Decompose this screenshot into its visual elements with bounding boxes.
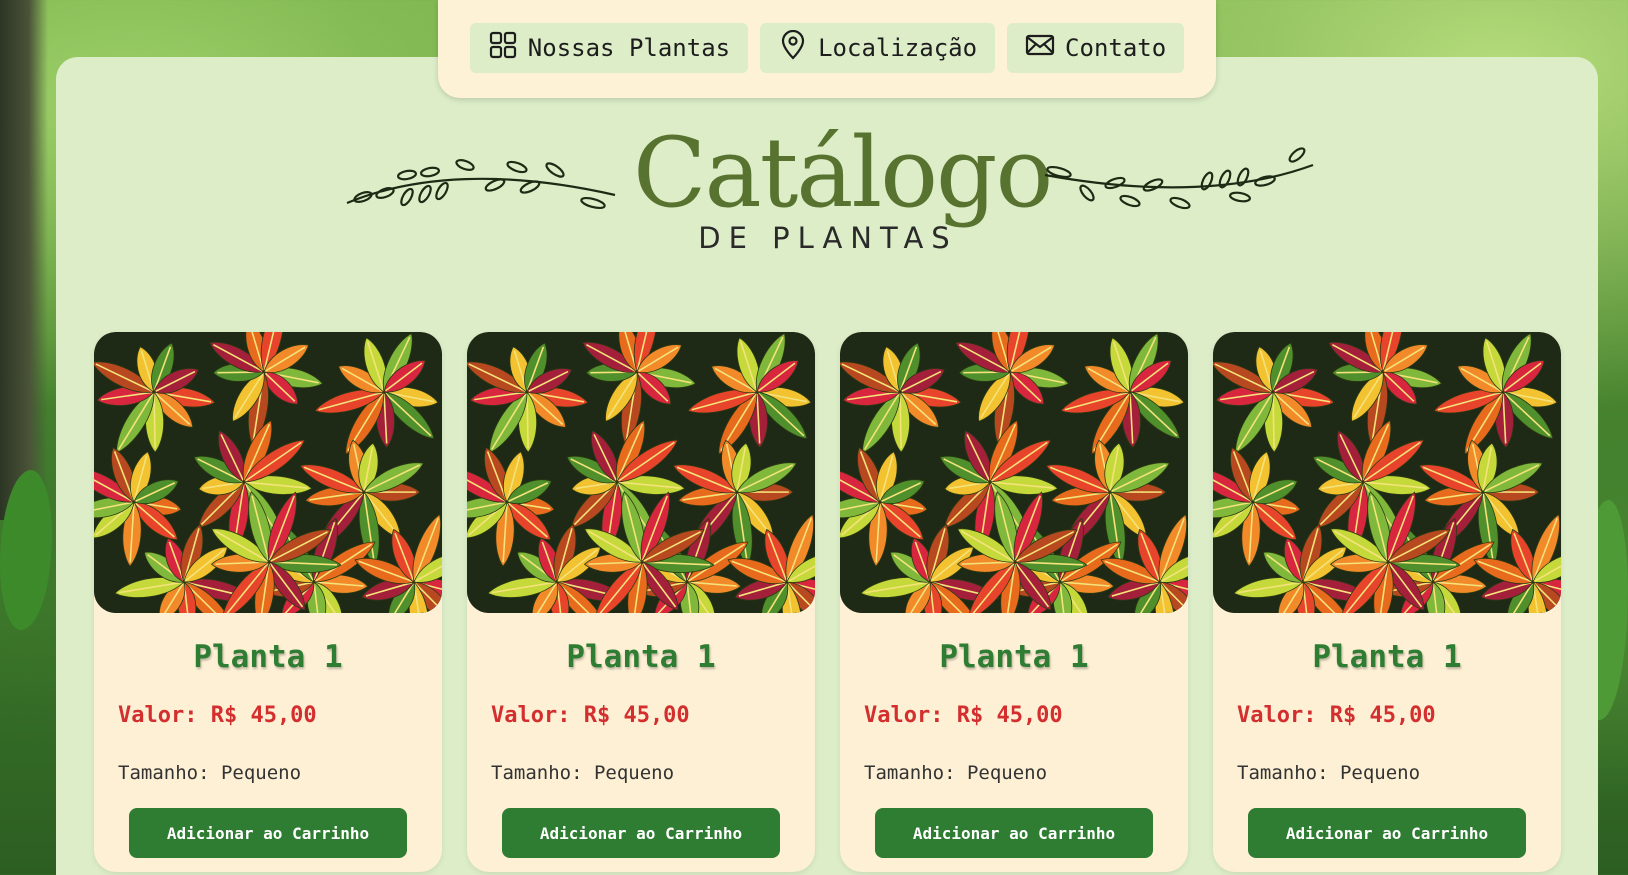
logo-subtitle: DE PLANTAS	[698, 221, 958, 255]
add-to-cart-button[interactable]: Adicionar ao Carrinho	[1248, 808, 1526, 858]
grid-icon	[488, 30, 518, 66]
product-name: Planta 1	[1312, 639, 1462, 675]
right-vine-ornament	[1044, 147, 1314, 210]
nav-label: Nossas Plantas	[527, 34, 731, 62]
add-to-cart-button[interactable]: Adicionar ao Carrinho	[875, 808, 1153, 858]
product-size: Tamanho: Pequeno	[491, 762, 675, 784]
product-price: Valor: R$ 45,00	[491, 703, 690, 728]
add-to-cart-button[interactable]: Adicionar ao Carrinho	[502, 808, 780, 858]
nav-localizacao[interactable]: Localização	[760, 23, 996, 73]
nav-label: Contato	[1065, 34, 1167, 62]
product-price: Valor: R$ 45,00	[118, 703, 317, 728]
top-navigation: Nossas Plantas Localização Contato	[438, 0, 1216, 98]
product-card: Planta 1 Valor: R$ 45,00 Tamanho: Pequen…	[1213, 332, 1561, 872]
mail-icon	[1025, 30, 1055, 66]
product-list: Planta 1 Valor: R$ 45,00 Tamanho: Pequen…	[94, 332, 1561, 872]
nav-label: Localização	[818, 34, 978, 62]
product-card: Planta 1 Valor: R$ 45,00 Tamanho: Pequen…	[94, 332, 442, 872]
product-size: Tamanho: Pequeno	[864, 762, 1048, 784]
plant-image	[467, 332, 815, 613]
location-pin-icon	[778, 29, 808, 66]
nav-nossas-plantas[interactable]: Nossas Plantas	[469, 23, 749, 73]
product-price: Valor: R$ 45,00	[864, 703, 1063, 728]
left-vine-ornament	[346, 159, 616, 210]
product-price: Valor: R$ 45,00	[1237, 703, 1436, 728]
plant-image	[840, 332, 1188, 613]
product-card: Planta 1 Valor: R$ 45,00 Tamanho: Pequen…	[840, 332, 1188, 872]
product-size: Tamanho: Pequeno	[1237, 762, 1421, 784]
product-name: Planta 1	[566, 639, 716, 675]
nav-contato[interactable]: Contato	[1007, 23, 1185, 73]
product-name: Planta 1	[939, 639, 1089, 675]
background-tree-trunk	[0, 0, 48, 520]
logo-title: Catálogo	[633, 117, 1053, 229]
add-to-cart-button[interactable]: Adicionar ao Carrinho	[129, 808, 407, 858]
product-card: Planta 1 Valor: R$ 45,00 Tamanho: Pequen…	[467, 332, 815, 872]
product-name: Planta 1	[193, 639, 343, 675]
plant-image	[94, 332, 442, 613]
plant-image	[1213, 332, 1561, 613]
catalog-logo: Catálogo DE PLANTAS	[345, 117, 1314, 262]
product-size: Tamanho: Pequeno	[118, 762, 302, 784]
